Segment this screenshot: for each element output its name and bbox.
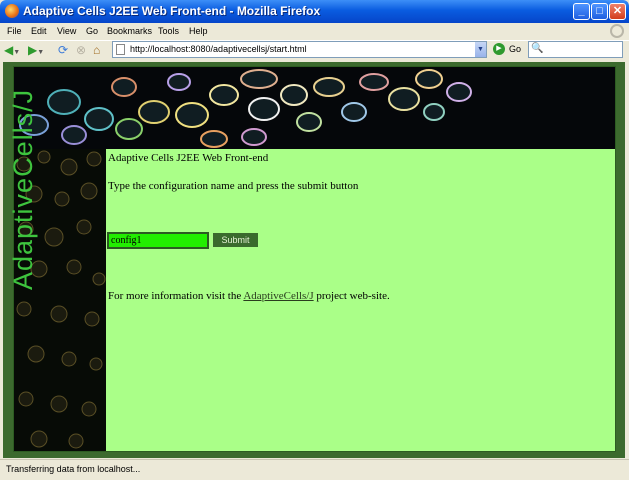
info-suffix-text: project web-site. — [313, 290, 390, 302]
configuration-name-input[interactable]: config1 — [107, 232, 209, 249]
menu-tools[interactable]: Tools — [158, 26, 179, 36]
menu-file[interactable]: File — [7, 26, 22, 36]
page-icon — [116, 44, 125, 55]
status-text: Transferring data from localhost... — [6, 464, 141, 474]
activity-throbber-icon — [610, 24, 624, 38]
home-icon[interactable]: ⌂ — [93, 42, 100, 58]
info-line: For more information visit the AdaptiveC… — [108, 290, 390, 302]
close-button[interactable]: ✕ — [609, 3, 626, 20]
reload-icon[interactable]: ⟳ — [58, 42, 68, 58]
maximize-button[interactable]: □ — [591, 3, 608, 20]
page-heading: Adaptive Cells J2EE Web Front-end — [108, 152, 269, 164]
search-icon[interactable]: 🔍 — [531, 43, 543, 54]
cells-banner-image — [14, 67, 615, 149]
forward-icon[interactable]: ▶▼ — [28, 42, 44, 58]
firefox-icon — [5, 4, 19, 18]
window-title: Adaptive Cells J2EE Web Front-end - Mozi… — [23, 4, 321, 18]
minimize-button[interactable]: _ — [573, 3, 590, 20]
menu-bookmarks[interactable]: Bookmarks — [107, 26, 152, 36]
submit-button[interactable]: Submit — [213, 233, 258, 247]
menu-go[interactable]: Go — [86, 26, 98, 36]
back-icon[interactable]: ◀▼ — [4, 42, 20, 58]
go-icon[interactable]: ▶ — [493, 43, 505, 55]
go-button[interactable]: Go — [509, 44, 521, 54]
project-website-link[interactable]: AdaptiveCells/J — [243, 290, 313, 302]
address-text[interactable]: http://localhost:8080/adaptivecellsj/sta… — [130, 44, 307, 54]
menu-help[interactable]: Help — [189, 26, 208, 36]
stop-icon[interactable]: ⊗ — [76, 42, 86, 58]
side-banner-logo-text: AdaptiveCells/J — [8, 88, 38, 290]
chevron-down-icon[interactable]: ▼ — [475, 42, 486, 57]
info-prefix-text: For more information visit the — [108, 290, 244, 302]
menu-edit[interactable]: Edit — [31, 26, 47, 36]
menu-view[interactable]: View — [57, 26, 76, 36]
instruction-text: Type the configuration name and press th… — [108, 180, 359, 192]
